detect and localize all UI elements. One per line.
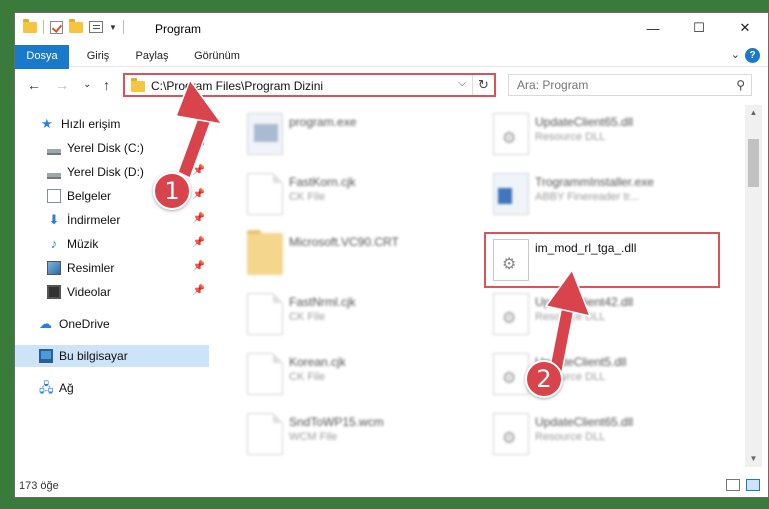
annotation-arrows bbox=[174, 78, 592, 374]
arrow-1-head bbox=[174, 78, 224, 126]
step-badge-1: 1 bbox=[153, 172, 191, 210]
step-badge-2: 2 bbox=[525, 360, 563, 398]
arrow-2-head bbox=[544, 268, 592, 318]
